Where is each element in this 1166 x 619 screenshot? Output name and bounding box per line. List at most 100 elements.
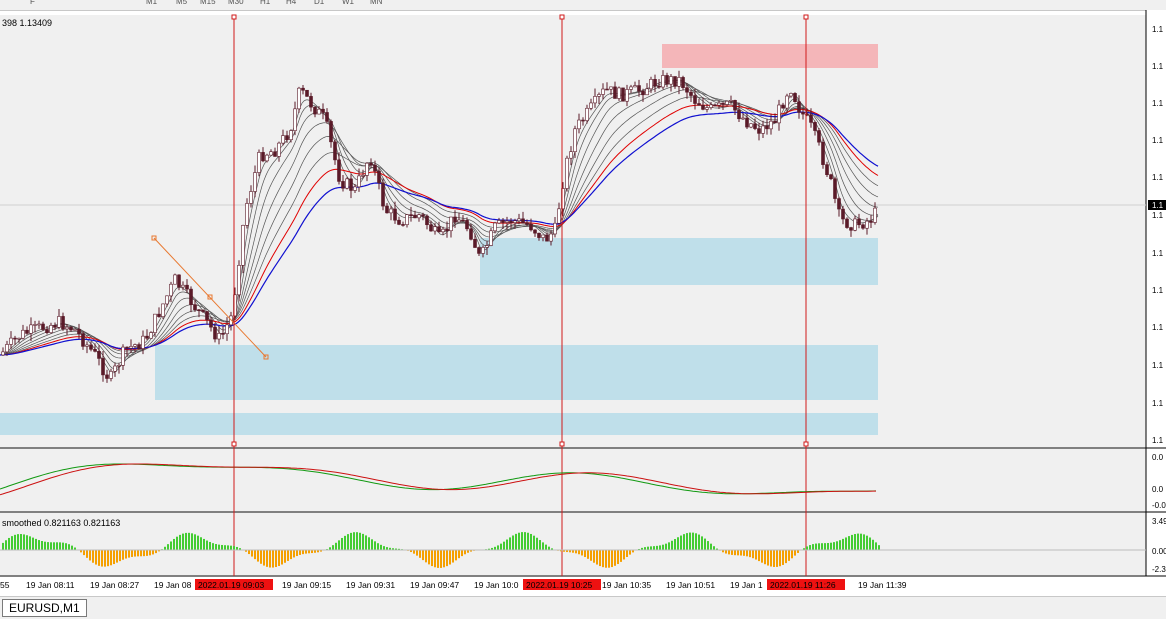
histogram-bar [821,543,823,550]
candle-body [718,103,721,105]
candle-body [74,329,77,330]
candle-body [770,121,773,129]
histogram-bar [770,550,772,567]
histogram-bar [257,550,259,562]
candle-body [470,229,473,239]
histogram-bar [683,534,685,550]
time-label: 19 Jan 08 [154,580,192,590]
histogram-bar [713,546,715,550]
histogram-bar [272,550,274,568]
candle-body [574,129,577,152]
chart-area[interactable]: 398 1.13409 smoothed 0.821163 0.821163 1… [0,10,1166,596]
histogram-bar [44,542,46,550]
price-label: 1.1 [1152,249,1164,258]
histogram-bar [182,534,184,550]
histogram-bar [593,550,595,563]
toolbar-item-d1[interactable]: D1 [314,0,324,6]
candle-body [570,152,573,159]
toolbar-item-h4[interactable]: H4 [286,0,296,6]
histogram-bar [38,540,40,550]
toolbar-item-h1[interactable]: H1 [260,0,270,6]
histogram-bar [104,550,106,567]
histogram-bar [584,550,586,557]
histogram-bar [506,540,508,550]
candle-body [198,310,201,311]
candle-body [350,179,353,191]
histogram-scale-label: 3.49 [1152,517,1166,526]
histogram-bar [29,536,31,550]
candle-body [442,229,445,232]
toolbar-item-w1[interactable]: W1 [342,0,354,6]
histogram-bar [500,544,502,550]
demand-zone-1[interactable] [480,238,878,285]
price-label: 1.1 [1152,25,1164,34]
candle-body [490,231,493,246]
supply-zone[interactable] [662,44,878,68]
candle-body [710,105,713,108]
histogram-bar [377,543,379,550]
candle-body [474,239,477,247]
histogram-scale-label: 0.00 [1152,547,1166,556]
histogram-bar [737,550,739,555]
candle-body [18,338,21,339]
price-label: 1.1 [1152,99,1164,108]
candle-body [6,344,9,351]
candle-body [834,179,837,199]
candle-body [790,93,793,96]
histogram-bar [815,544,817,550]
histogram-bar [287,550,289,561]
candle-body [86,345,89,346]
histogram-bar [617,550,619,564]
histogram-bar [503,542,505,550]
histogram-bar [761,550,763,563]
candle-body [678,77,681,86]
candle-body [558,209,561,223]
oscillator-pane[interactable] [0,449,1146,511]
candle-body [614,87,617,99]
histogram-bar [521,532,523,550]
histogram-bar [107,550,109,566]
candle-body [550,234,553,241]
histogram-bar [596,550,598,565]
candle-body [30,325,33,334]
toolbar-item-m1[interactable]: M1 [146,0,157,6]
histogram-bar [116,550,118,563]
histogram-bar [743,550,745,556]
candle-body [454,217,457,222]
histogram-bar [113,550,115,564]
toolbar-item-mn[interactable]: MN [370,0,382,6]
symbol-tab[interactable]: EURUSD,M1 [2,599,87,617]
toolbar-item-m30[interactable]: M30 [228,0,244,6]
histogram-bar [620,550,622,562]
histogram-bar [200,537,202,550]
candle-body [90,345,93,349]
histogram-bar [89,550,91,560]
histogram-bar [251,550,253,557]
candle-body [498,220,501,223]
histogram-bar [509,537,511,550]
histogram-bar [83,550,85,555]
histogram-bar [413,550,415,554]
histogram-bar [452,550,454,563]
histogram-bar [125,550,127,559]
histogram-bar [518,533,520,550]
histogram-bar [167,544,169,550]
histogram-bar [428,550,430,564]
histogram-bar [11,536,13,550]
histogram-bar [266,550,268,567]
histogram-bar [740,550,742,556]
toolbar-item-m15[interactable]: M15 [200,0,216,6]
histogram-bar [449,550,451,564]
histogram-bar [299,550,301,555]
candle-body [42,324,45,330]
svg-text:1.1: 1.1 [1152,201,1164,210]
candle-body [742,118,745,119]
toolbar-item-m5[interactable]: M5 [176,0,187,6]
candle-body [542,235,545,238]
demand-zone-3[interactable] [0,413,878,435]
candle-body [202,310,205,311]
demand-zone-2[interactable] [155,345,878,400]
histogram-bar [818,543,820,550]
histogram-bar [866,536,868,550]
toolbar-item-f[interactable]: F [30,0,35,6]
